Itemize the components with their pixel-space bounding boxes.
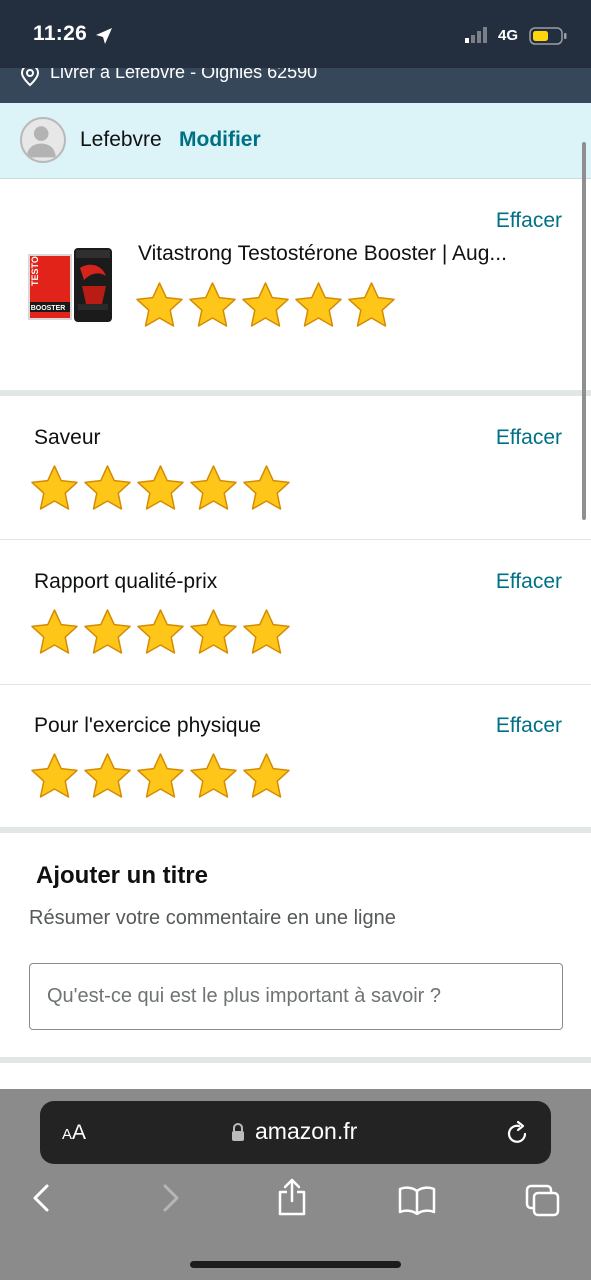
star-rating-saveur[interactable] <box>28 463 293 513</box>
avatar <box>20 117 66 163</box>
product-box-text: BOOSTER <box>31 305 66 312</box>
deliver-text: Livrer à Lefebvre - Oignies 62590 <box>50 68 318 82</box>
rating-label-rapport: Rapport qualité-prix <box>34 570 218 593</box>
star-icon[interactable] <box>134 463 187 513</box>
url-text: amazon.fr <box>255 1118 358 1144</box>
star-rating-exercice[interactable] <box>28 751 293 801</box>
svg-text:TESTO: TESTO <box>30 256 40 286</box>
star-icon[interactable] <box>187 751 240 801</box>
star-icon[interactable] <box>240 607 293 657</box>
title-heading: Ajouter un titre <box>36 862 208 889</box>
share-icon[interactable] <box>276 1177 308 1217</box>
text-size-button[interactable]: AA <box>62 1121 86 1145</box>
forward-icon[interactable] <box>158 1183 182 1213</box>
address-bar[interactable]: AA amazon.fr <box>40 1101 551 1164</box>
clear-link-rapport[interactable]: Effacer <box>496 570 562 594</box>
status-bar: 11:26 4G <box>0 0 591 68</box>
star-icon[interactable] <box>240 751 293 801</box>
signal-icon <box>465 27 487 43</box>
star-icon[interactable] <box>28 751 81 801</box>
product-rating-section: Effacer BOOSTER TESTO Vitastrong Testost… <box>0 180 591 390</box>
row-divider <box>0 684 591 685</box>
title-subtitle: Résumer votre commentaire en une ligne <box>29 907 396 929</box>
star-rating-rapport[interactable] <box>28 607 293 657</box>
star-icon[interactable] <box>133 280 186 330</box>
avatar-icon <box>26 126 56 158</box>
star-icon[interactable] <box>81 751 134 801</box>
star-icon[interactable] <box>28 607 81 657</box>
reload-icon[interactable] <box>506 1120 530 1146</box>
star-icon[interactable] <box>187 463 240 513</box>
modify-link[interactable]: Modifier <box>179 128 261 152</box>
star-icon[interactable] <box>186 280 239 330</box>
section-divider <box>0 390 591 396</box>
section-divider <box>0 827 591 833</box>
rating-label-saveur: Saveur <box>34 426 101 449</box>
battery-icon <box>529 27 567 45</box>
star-icon[interactable] <box>134 751 187 801</box>
location-arrow-icon <box>96 28 112 44</box>
star-icon[interactable] <box>240 463 293 513</box>
lock-icon <box>232 1122 244 1141</box>
clear-link-saveur[interactable]: Effacer <box>496 426 562 450</box>
star-icon[interactable] <box>239 280 292 330</box>
product-title[interactable]: Vitastrong Testostérone Booster | Aug... <box>138 242 533 266</box>
network-label: 4G <box>498 27 519 44</box>
back-icon[interactable] <box>30 1183 54 1213</box>
star-icon[interactable] <box>134 607 187 657</box>
browser-toolbar: AA amazon.fr <box>0 1089 591 1280</box>
status-time: 11:26 <box>33 22 88 45</box>
review-title-input[interactable] <box>29 963 563 1030</box>
star-icon[interactable] <box>292 280 345 330</box>
star-icon[interactable] <box>187 607 240 657</box>
deliver-location-bar[interactable]: Livrer à Lefebvre - Oignies 62590 <box>0 68 591 103</box>
pin-icon <box>20 68 40 87</box>
star-icon[interactable] <box>28 463 81 513</box>
bookmarks-icon[interactable] <box>398 1185 436 1215</box>
section-divider <box>0 1057 591 1063</box>
product-clear-link[interactable]: Effacer <box>496 209 562 233</box>
star-icon[interactable] <box>345 280 398 330</box>
product-image: BOOSTER TESTO <box>28 248 112 322</box>
tabs-icon[interactable] <box>525 1184 561 1218</box>
star-icon[interactable] <box>81 607 134 657</box>
star-icon[interactable] <box>81 463 134 513</box>
product-star-rating[interactable] <box>133 280 398 330</box>
clear-link-exercice[interactable]: Effacer <box>496 714 562 738</box>
home-indicator <box>190 1261 401 1268</box>
rating-label-exercice: Pour l'exercice physique <box>34 714 261 737</box>
row-divider <box>0 539 591 540</box>
scrollbar[interactable] <box>582 142 586 520</box>
user-bar: Lefebvre Modifier <box>0 103 591 179</box>
user-name: Lefebvre <box>80 128 162 151</box>
